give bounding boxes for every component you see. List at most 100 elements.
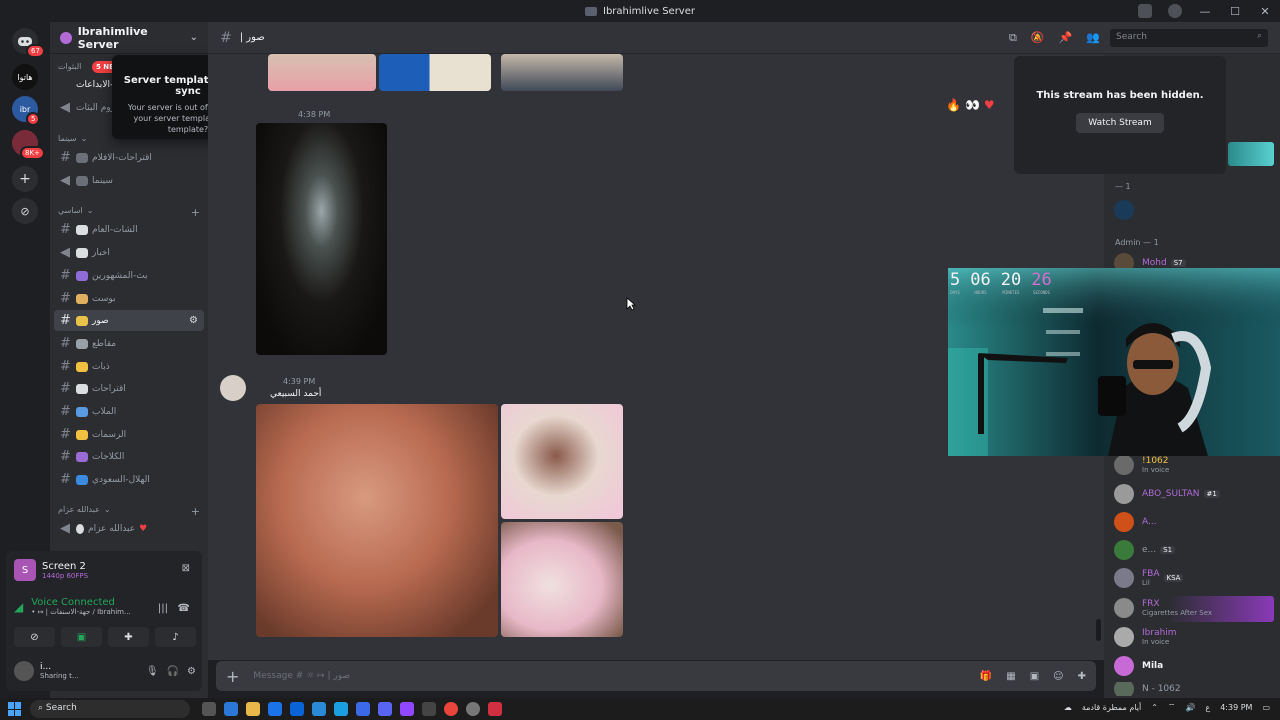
pin-icon[interactable]: 📌 [1059,31,1073,45]
category-header[interactable]: عبدالله عزام ⌄ + [58,505,200,518]
channel-item[interactable]: # الملاب [54,401,204,422]
weather-icon[interactable]: ☁ [1064,703,1072,712]
channel-item[interactable]: # الهلال-السعودي [54,469,204,490]
maximize-button[interactable]: ☐ [1220,5,1250,18]
volume-icon[interactable]: 🔊 [1185,703,1195,712]
discord-icon[interactable] [378,702,392,716]
photos-icon[interactable] [312,702,326,716]
activities-button[interactable]: ✚ [108,627,149,647]
close-button[interactable]: ✕ [1250,5,1280,18]
message-input[interactable]: Message # ☼ ↦ | صور [253,671,350,681]
gift-icon[interactable]: 🎁 [980,671,992,682]
camera-button[interactable]: ⊘ [14,627,55,647]
channel-item[interactable]: ◀ اخبار [54,242,204,263]
store-icon[interactable] [268,702,282,716]
member-item[interactable]: e... S1 [1114,540,1278,560]
member-item[interactable]: FBA Lil KSA [1114,568,1278,588]
member-item[interactable]: FRX Cigarettes After Sex [1114,598,1278,618]
task-view-icon[interactable] [202,702,216,716]
screen-share-info[interactable]: S Screen 2 1440p 60FPS [14,559,88,581]
server-icon-1[interactable]: هاتوا [12,64,38,90]
disconnect-icon[interactable]: ☎ [178,603,190,614]
apps-icon[interactable]: ✚ [1078,671,1086,682]
channel-item-active[interactable]: # صور ⚙ [54,310,204,331]
language-indicator[interactable]: ع [1205,703,1210,712]
channel-item[interactable]: # بث-المشهورين [54,265,204,286]
wifi-icon[interactable]: ⌔ [1168,702,1176,712]
emoji-icon[interactable]: ☺ [1053,671,1063,682]
noise-suppression-icon[interactable]: ||| [158,603,168,614]
channel-item[interactable]: # اقتراحات-الافلام [54,147,204,168]
member-item[interactable] [1114,200,1278,220]
heart-reaction[interactable]: ♥ [984,98,995,112]
copilot-icon[interactable] [224,702,238,716]
stop-stream-icon[interactable]: ⊠ [182,563,190,574]
sticker-icon[interactable]: ▣ [1030,671,1039,682]
channel-item[interactable]: # اقتراحات [54,378,204,399]
gif-icon[interactable]: ▦ [1006,671,1015,682]
server-icon-ibrahimlive[interactable]: ibr 5 [12,96,41,126]
channel-item[interactable]: # الشات-العام [54,219,204,240]
message-composer[interactable]: + Message # ☼ ↦ | صور 🎁 ▦ ▣ ☺ ✚ [216,661,1096,691]
windows-start-icon[interactable] [8,702,22,716]
app-icon[interactable] [466,702,480,716]
message-author[interactable]: أحمد السبيعي [270,389,321,399]
settings-gear-icon[interactable]: ⚙ [187,666,196,677]
category-header[interactable]: اساسي ⌄ + [58,206,200,219]
add-server-icon[interactable]: + [12,166,38,192]
avatar[interactable] [14,661,34,681]
member-item[interactable]: !1062 In voice [1114,455,1278,475]
minimize-button[interactable]: — [1190,5,1220,18]
taskbar-search[interactable]: ⌕ Search [30,700,190,718]
attachment-image[interactable] [501,404,623,519]
tray-chevron-icon[interactable]: ⌃ [1151,703,1158,712]
app-icon[interactable] [356,702,370,716]
channel-item[interactable]: # الكلاجات [54,446,204,467]
scrollbar[interactable] [1096,619,1101,641]
channel-item[interactable]: # مقاطع [54,333,204,354]
mail-icon[interactable] [290,702,304,716]
fire-reaction[interactable]: 🔥 [946,98,961,112]
channel-item[interactable]: # بوست [54,288,204,309]
discover-icon[interactable]: ⊘ [12,198,38,224]
soundboard-button[interactable]: ♪ [155,627,196,647]
clock[interactable]: 4:39 PM [1220,703,1252,712]
attachment-image[interactable] [379,54,491,91]
channel-item[interactable]: # الرسمات [54,424,204,445]
member-item[interactable]: Mila [1114,656,1278,676]
attachment-image[interactable] [256,404,498,637]
server-header[interactable]: Ibrahimlive Server ⌄ [50,22,208,54]
threads-icon[interactable]: ⧉ [1009,31,1017,45]
microphone-icon[interactable]: 🎙 [146,666,159,677]
member-item[interactable]: N - 1062 [1114,682,1278,696]
member-list-icon[interactable]: 👥 [1086,31,1100,45]
headphones-icon[interactable]: 🎧 [167,666,179,677]
channel-item[interactable]: ◀ سينما [54,170,204,191]
weather-text[interactable]: أيام ممطرة قادمة [1082,703,1141,712]
channel-item[interactable]: ◀ عبدالله عزام ♥ [54,518,204,539]
chevron-down-icon[interactable]: ⌄ [190,32,198,43]
edge-icon[interactable] [334,702,348,716]
help-icon[interactable] [1168,4,1182,18]
chrome-icon[interactable] [444,702,458,716]
member-item[interactable]: Ibrahim In voice [1114,627,1278,647]
search-input[interactable]: Search ⌕ [1110,29,1268,47]
app-icon[interactable] [422,702,436,716]
attach-plus-icon[interactable]: + [226,667,239,686]
member-item[interactable]: A... [1114,512,1278,532]
twitch-icon[interactable] [400,702,414,716]
channel-item[interactable]: # ذبات [54,356,204,377]
direct-messages-icon[interactable]: 67 [12,28,45,58]
avatar[interactable] [220,375,246,401]
inbox-icon[interactable] [1138,4,1152,18]
member-item[interactable]: ABO_SULTAN #1 [1114,484,1278,504]
mute-bell-icon[interactable]: 🔕 [1031,31,1045,45]
gear-icon[interactable]: ⚙ [189,315,198,326]
attachment-image[interactable] [501,522,623,637]
eyes-reaction[interactable]: 👀 [965,98,980,112]
attachment-image[interactable] [268,54,376,91]
watch-stream-button[interactable]: Watch Stream [1076,113,1164,133]
server-icon-3[interactable]: 8K+ [12,130,45,160]
notifications-icon[interactable]: ▭ [1262,703,1270,712]
attachment-image[interactable] [256,123,387,355]
